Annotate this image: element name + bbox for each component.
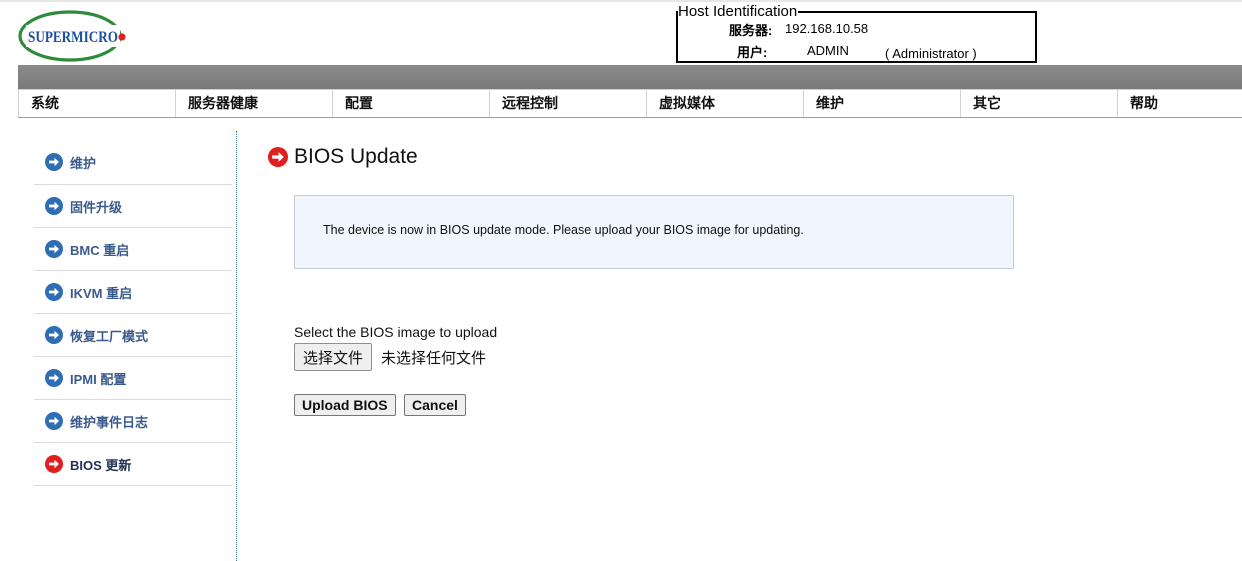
user-value: ADMIN [807,43,849,58]
notice-box: The device is now in BIOS update mode. P… [294,195,1014,269]
arrow-right-circle-icon [45,412,63,430]
sidebar-item-label: 维护事件日志 [70,414,149,430]
server-value: 192.168.10.58 [785,21,869,36]
nav-server-health[interactable]: 服务器健康 [176,90,333,117]
sidebar-item-label: 恢复工厂模式 [70,328,149,344]
supermicro-logo: SUPERMICRO [18,8,128,64]
sidebar-item-ikvm-reset[interactable]: IKVM 重启 [34,271,232,314]
sidebar-item-label: 维护 [70,155,97,171]
sidebar-item-label: 固件升级 [70,199,123,215]
notice-message: The device is now in BIOS update mode. P… [323,223,804,237]
nav-configuration[interactable]: 配置 [333,90,490,117]
nav-remote-control[interactable]: 远程控制 [490,90,647,117]
choose-file-button[interactable]: 选择文件 [294,343,373,371]
nav-miscellaneous[interactable]: 其它 [961,90,1118,117]
file-status: 未选择任何文件 [381,350,487,367]
arrow-right-circle-icon [45,240,63,258]
arrow-right-circle-icon [45,455,63,473]
sidebar-item-ipmi-configuration[interactable]: IPMI 配置 [34,357,232,400]
sidebar-item-firmware-update[interactable]: 固件升级 [34,185,232,228]
sidebar-item-factory-default[interactable]: 恢复工厂模式 [34,314,232,357]
page-header: BIOS Update [268,145,418,169]
sidebar-item-label: IPMI 配置 [70,371,127,387]
arrow-right-circle-icon [45,283,63,301]
nav-help[interactable]: 帮助 [1118,90,1242,117]
svg-text:SUPERMICRO: SUPERMICRO [28,29,118,46]
sidebar-item-label: BIOS 更新 [70,457,132,473]
sidebar-item-label: BMC 重启 [70,242,130,258]
sidebar-item-bmc-reset[interactable]: BMC 重启 [34,228,232,271]
nav-maintenance[interactable]: 维护 [804,90,961,117]
arrow-right-circle-icon [45,326,63,344]
top-border [0,0,1242,2]
host-identification-legend: Host Identification [678,3,799,20]
sidebar-item-bios-update[interactable]: BIOS 更新 [34,443,232,486]
header-bar [18,65,1242,89]
upload-label: Select the BIOS image to upload [294,324,498,340]
server-label: 服务器: [729,23,773,38]
upload-bios-button[interactable]: Upload BIOS [294,394,396,416]
nav-virtual-media[interactable]: 虚拟媒体 [647,90,804,117]
arrow-right-circle-icon [45,197,63,215]
arrow-right-circle-icon [45,369,63,387]
sidebar-item-label: IKVM 重启 [70,285,133,301]
arrow-right-circle-icon [268,147,288,167]
main-navigation: 系统 服务器健康 配置 远程控制 虚拟媒体 维护 其它 帮助 [18,89,1242,118]
sidebar-item-maintenance-event-log[interactable]: 维护事件日志 [34,400,232,443]
user-role: ( Administrator ) [885,46,977,61]
sidebar-item-maintenance[interactable]: 维护 [34,140,232,185]
cancel-button[interactable]: Cancel [404,394,466,416]
sidebar: 维护 固件升级 BMC 重启 IKVM 重启 恢复工厂模式 IPMI 配置 维护… [34,140,232,486]
host-identification-box: Host Identification 服务器: 192.168.10.58 用… [676,4,1037,63]
arrow-right-circle-icon [45,153,63,171]
sidebar-divider [236,131,237,561]
nav-system[interactable]: 系统 [19,90,176,117]
page-title: BIOS Update [294,145,418,168]
user-label: 用户: [737,45,768,60]
